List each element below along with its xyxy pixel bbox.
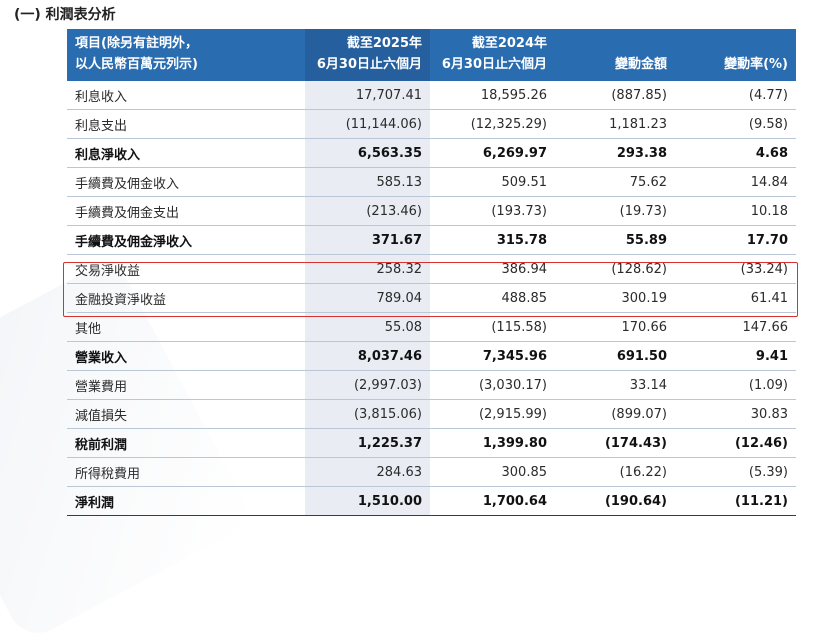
row-label: 稅前利潤: [75, 437, 128, 453]
header-item: 項目(除另有註明外， 以人民幣百萬元列示): [67, 29, 305, 81]
change-rate: (5.39): [748, 464, 788, 480]
section-title: (一) 利潤表分析: [14, 7, 116, 23]
header-item-line1: 項目(除另有註明外，: [75, 36, 198, 51]
row-label: 營業收入: [75, 350, 128, 366]
header-2024: 截至2024年 6月30日止六個月: [430, 29, 555, 81]
change-amount: (174.43): [604, 435, 667, 451]
table-row: 手續費及佣金支出 (213.46) (193.73) (19.73) 10.18: [67, 197, 796, 226]
value-2025: 585.13: [305, 168, 430, 196]
row-label: 利息收入: [75, 89, 128, 105]
header-2024-line1: 截至2024年: [471, 36, 547, 51]
header-2025-line1: 截至2025年: [346, 36, 422, 51]
header-change: 變動金額: [555, 29, 675, 81]
change-amount: 293.38: [616, 145, 667, 161]
value-2025: 1,225.37: [305, 429, 430, 457]
value-2024: (12,325.29): [470, 116, 547, 132]
header-rate: 變動率(%): [675, 29, 796, 81]
value-2024: 18,595.26: [480, 87, 547, 103]
value-2024: (115.58): [491, 319, 547, 335]
row-label: 利息支出: [75, 118, 128, 134]
highlight-box: [63, 262, 798, 317]
table-row: 營業收入 8,037.46 7,345.96 691.50 9.41: [67, 342, 796, 371]
value-2025: (11,144.06): [305, 110, 430, 138]
change-rate: (4.77): [748, 87, 788, 103]
change-amount: 33.14: [629, 377, 667, 393]
change-rate: 17.70: [746, 232, 788, 248]
change-rate: (12.46): [734, 435, 788, 451]
row-label: 減值損失: [75, 408, 128, 424]
value-2025: 6,563.35: [305, 139, 430, 167]
row-label: 所得稅費用: [75, 466, 141, 482]
header-rate-label: 變動率(%): [724, 57, 788, 72]
table-row: 其他 55.08 (115.58) 170.66 147.66: [67, 313, 796, 342]
header-change-label: 變動金額: [614, 57, 667, 72]
header-2025: 截至2025年 6月30日止六個月: [305, 29, 430, 81]
change-rate: 4.68: [755, 145, 788, 161]
change-rate: 147.66: [742, 319, 789, 335]
value-2025: 1,510.00: [305, 487, 430, 515]
value-2024: (2,915.99): [478, 406, 547, 422]
value-2024: 6,269.97: [482, 145, 547, 161]
change-amount: 55.89: [625, 232, 667, 248]
value-2025: (2,997.03): [305, 371, 430, 399]
value-2024: (3,030.17): [478, 377, 547, 393]
value-2025: 55.08: [305, 313, 430, 341]
row-label: 手續費及佣金淨收入: [75, 234, 193, 250]
table-row: 利息收入 17,707.41 18,595.26 (887.85) (4.77): [67, 81, 796, 110]
table-row: 手續費及佣金收入 585.13 509.51 75.62 14.84: [67, 168, 796, 197]
table-row: 減值損失 (3,815.06) (2,915.99) (899.07) 30.83: [67, 400, 796, 429]
change-amount: (16.22): [619, 464, 667, 480]
change-amount: (899.07): [611, 406, 667, 422]
table-row: 營業費用 (2,997.03) (3,030.17) 33.14 (1.09): [67, 371, 796, 400]
table-row: 所得稅費用 284.63 300.85 (16.22) (5.39): [67, 458, 796, 487]
change-rate: (1.09): [748, 377, 788, 393]
table-row: 手續費及佣金淨收入 371.67 315.78 55.89 17.70: [67, 226, 796, 255]
value-2024: 315.78: [496, 232, 547, 248]
table-row: 利息淨收入 6,563.35 6,269.97 293.38 4.68: [67, 139, 796, 168]
change-rate: 10.18: [750, 203, 788, 219]
row-label: 手續費及佣金收入: [75, 176, 180, 192]
change-amount: 170.66: [621, 319, 668, 335]
table-row: 利息支出 (11,144.06) (12,325.29) 1,181.23 (9.58): [67, 110, 796, 139]
change-rate: (9.58): [748, 116, 788, 132]
change-amount: 691.50: [616, 348, 667, 364]
table-header: 項目(除另有註明外， 以人民幣百萬元列示) 截至2025年 6月30日止六個月 …: [67, 29, 796, 81]
change-amount: (190.64): [604, 493, 667, 509]
header-2025-line2: 6月30日止六個月: [316, 57, 422, 72]
change-rate: (11.21): [734, 493, 788, 509]
value-2025: 371.67: [305, 226, 430, 254]
change-rate: 14.84: [750, 174, 788, 190]
value-2024: 300.85: [501, 464, 548, 480]
table-row: 淨利潤 1,510.00 1,700.64 (190.64) (11.21): [67, 487, 796, 516]
header-item-line2: 以人民幣百萬元列示): [75, 57, 198, 72]
value-2025: (213.46): [305, 197, 430, 225]
value-2024: 509.51: [501, 174, 548, 190]
value-2025: (3,815.06): [305, 400, 430, 428]
change-amount: (19.73): [619, 203, 667, 219]
value-2024: 1,399.80: [482, 435, 547, 451]
change-amount: 1,181.23: [609, 116, 667, 132]
value-2024: 7,345.96: [482, 348, 547, 364]
change-rate: 9.41: [755, 348, 788, 364]
row-label: 營業費用: [75, 379, 128, 395]
change-rate: 30.83: [750, 406, 788, 422]
change-amount: (887.85): [611, 87, 667, 103]
row-label: 其他: [75, 321, 102, 337]
table-row: 稅前利潤 1,225.37 1,399.80 (174.43) (12.46): [67, 429, 796, 458]
row-label: 淨利潤: [75, 495, 115, 511]
row-label: 利息淨收入: [75, 147, 141, 163]
value-2025: 8,037.46: [305, 342, 430, 370]
value-2025: 17,707.41: [305, 81, 430, 109]
row-label: 手續費及佣金支出: [75, 205, 180, 221]
header-2024-line2: 6月30日止六個月: [441, 57, 547, 72]
value-2024: (193.73): [491, 203, 547, 219]
value-2025: 284.63: [305, 458, 430, 486]
value-2024: 1,700.64: [482, 493, 547, 509]
change-amount: 75.62: [629, 174, 667, 190]
